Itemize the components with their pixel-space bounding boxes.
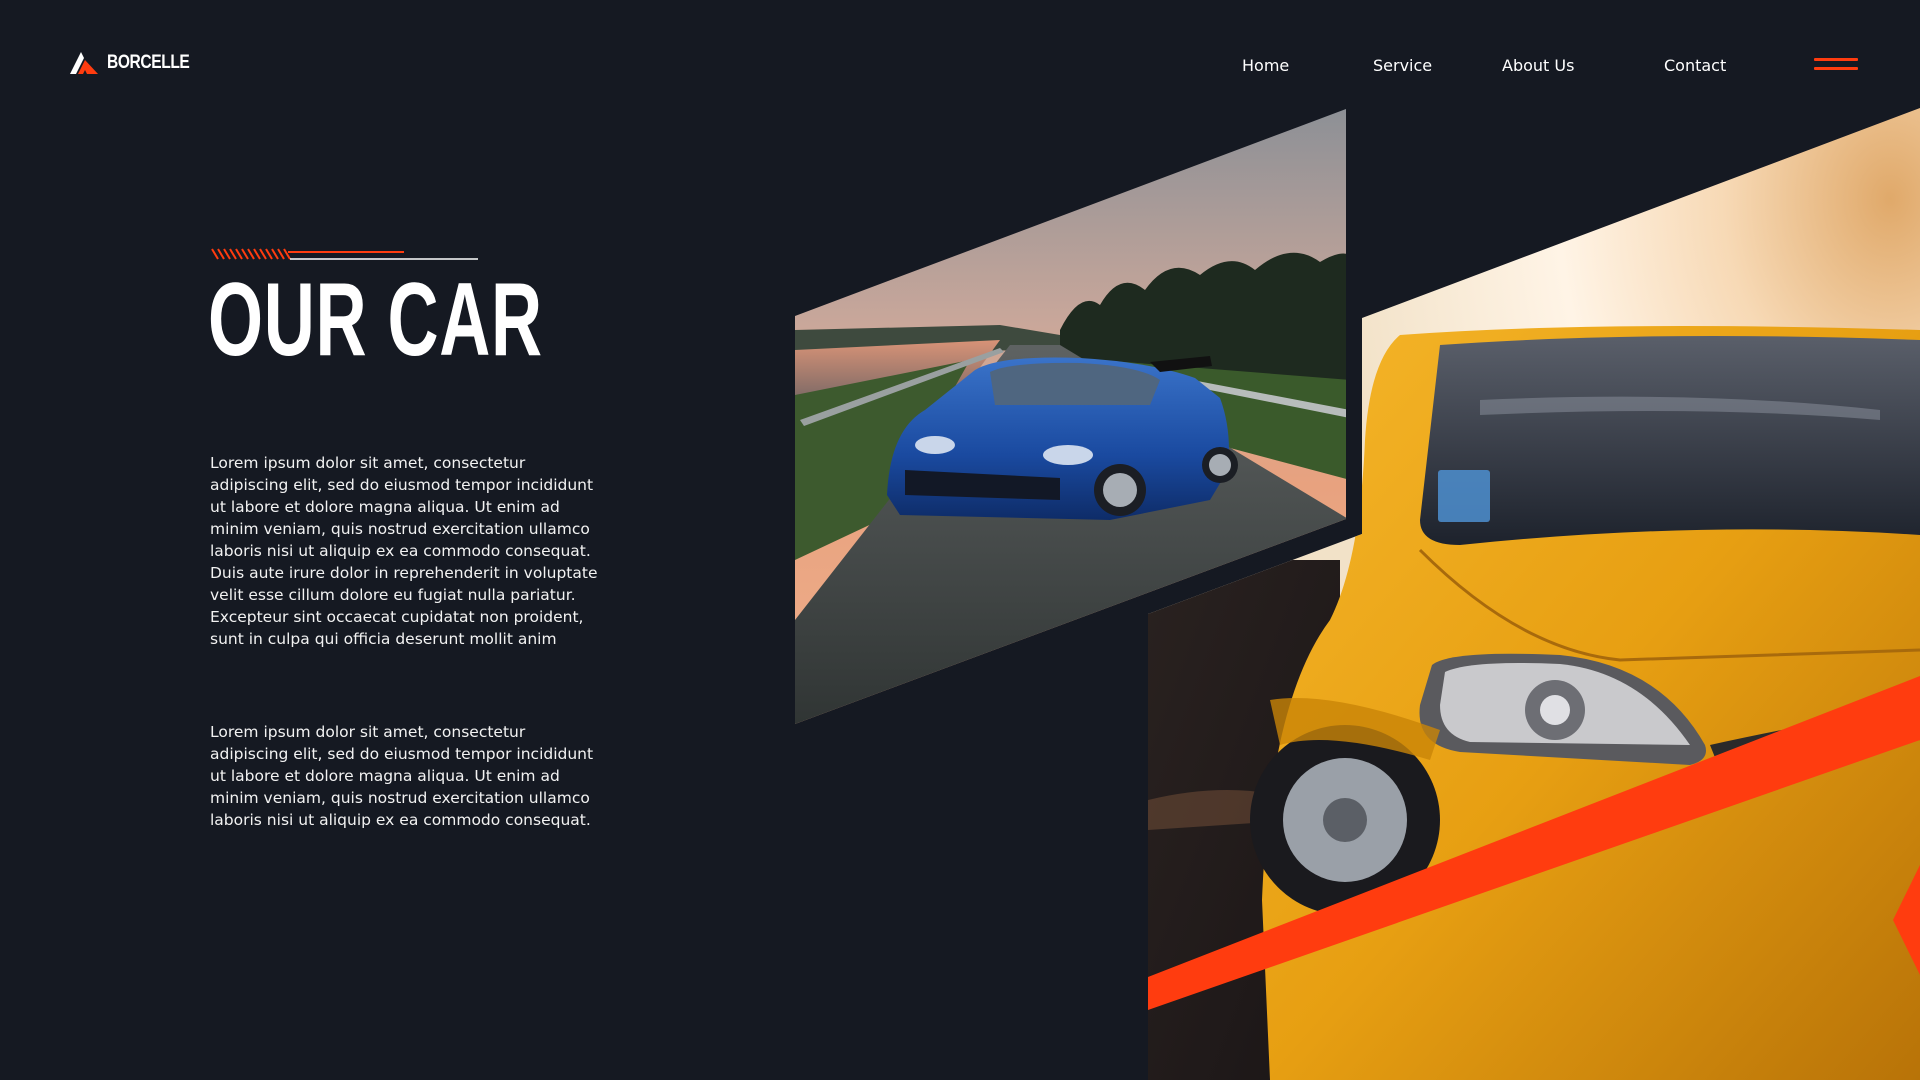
photo-collage <box>795 108 1920 1080</box>
